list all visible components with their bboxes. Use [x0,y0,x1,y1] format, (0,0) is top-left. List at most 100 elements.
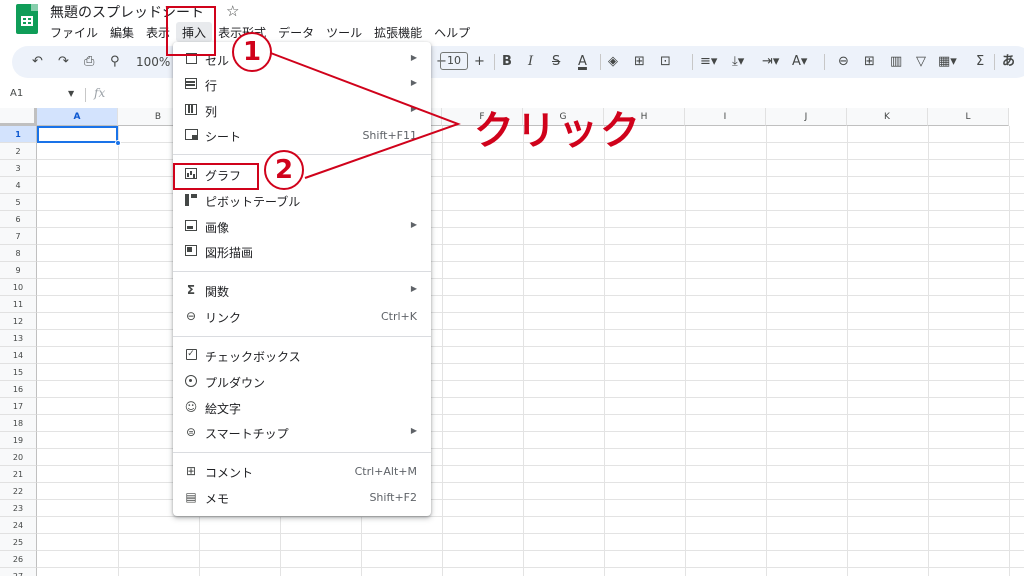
menu-item-label: 図形描画 [205,246,254,260]
menu-item-link[interactable]: ⊖ リンク Ctrl+K [173,304,431,328]
menu-item-drawing[interactable]: 図形描画 [173,239,431,263]
row-header[interactable]: 19 [0,432,37,449]
menu-item-dropdown[interactable]: プルダウン [173,369,431,393]
menu-item-label: リンク [205,311,242,325]
row-header[interactable]: 23 [0,500,37,517]
select-all-corner[interactable] [0,108,37,126]
column-header[interactable]: L [928,108,1009,126]
redo-icon[interactable]: ↷ [58,54,69,70]
menu-item-label: コメント [205,466,254,480]
row-header[interactable]: 18 [0,415,37,432]
insert-menu-highlight [166,6,216,56]
menu-item-image[interactable]: 画像 ▶ [173,214,431,238]
row-header[interactable]: 27 [0,568,37,576]
input-method-label[interactable]: あ [1002,54,1015,70]
menu-item-columns[interactable]: 列 ▶ [173,98,431,122]
row-header[interactable]: 17 [0,398,37,415]
menu-item-label: ピボットテーブル [205,195,301,209]
merge-icon[interactable]: ⊡ [660,54,671,70]
row-header[interactable]: 26 [0,551,37,568]
row-header[interactable]: 8 [0,245,37,262]
menu-item-checkbox[interactable]: ✓ チェックボックス [173,343,431,367]
menu-tools[interactable]: ツール [320,22,368,42]
fx-icon: fx [94,86,106,100]
rows-icon [184,77,198,91]
row-header[interactable]: 9 [0,262,37,279]
row-header[interactable]: 6 [0,211,37,228]
menu-data[interactable]: データ [272,22,320,42]
valign-icon[interactable]: ⤓▾ [732,54,744,70]
rotate-icon[interactable]: A▾ [792,54,807,70]
menu-item-label: シート [205,130,242,144]
menu-item-comment[interactable]: ⊞ コメント Ctrl+Alt+M [173,459,431,483]
wrap-icon[interactable]: ⇥▾ [762,54,779,70]
row-header[interactable]: 16 [0,381,37,398]
menu-item-pivot-table[interactable]: ピボットテーブル [173,188,431,212]
zoom-select[interactable]: 100% [136,54,170,70]
menu-item-function[interactable]: Σ 関数 ▶ [173,278,431,302]
menu-item-note[interactable]: ▤ メモ Shift+F2 [173,485,431,509]
row-header[interactable]: 3 [0,160,37,177]
undo-icon[interactable]: ↶ [32,54,43,70]
column-header[interactable]: J [766,108,847,126]
row-header[interactable]: 1 [0,126,37,143]
row-header[interactable]: 22 [0,483,37,500]
filter-icon[interactable]: ▽ [916,54,926,70]
name-box[interactable]: A1 [10,88,23,99]
text-color-icon[interactable]: A [578,54,587,70]
comment-icon[interactable]: ⊞ [864,54,875,70]
link-icon[interactable]: ⊖ [838,54,849,70]
menu-item-smart-chip[interactable]: ⊜ スマートチップ ▶ [173,420,431,444]
menu-item-sheet[interactable]: シート Shift+F11 [173,123,431,147]
sigma-icon: Σ [186,283,196,297]
menu-file[interactable]: ファイル [44,22,104,42]
row-header[interactable]: 10 [0,279,37,296]
column-header[interactable]: K [847,108,928,126]
print-icon[interactable]: ⎙ [84,54,94,70]
column-header[interactable]: I [685,108,766,126]
menu-extensions[interactable]: 拡張機能 [368,22,428,42]
row-header[interactable]: 2 [0,143,37,160]
menu-help[interactable]: ヘルプ [428,22,476,42]
menu-edit[interactable]: 編集 [104,22,140,42]
bold-icon[interactable]: B [502,54,512,70]
toolbar: ↶ ↷ ⎙ ⚲ 100% − 10 + B I S A ◈ ⊞ ⊡ ≡▾ ⤓▾ … [12,46,1024,78]
active-cell[interactable] [37,126,118,143]
row-header[interactable]: 20 [0,449,37,466]
borders-icon[interactable]: ⊞ [634,54,645,70]
toolbar-divider [994,54,995,70]
sheets-logo-icon[interactable] [16,4,38,34]
filter-views-icon[interactable]: ▦▾ [938,54,957,70]
star-icon[interactable]: ☆ [226,2,239,20]
submenu-arrow-icon: ▶ [410,53,417,62]
row-header[interactable]: 15 [0,364,37,381]
column-header[interactable]: A [37,108,118,126]
chevron-down-icon[interactable]: ▼ [68,89,74,98]
paint-format-icon[interactable]: ⚲ [110,54,120,70]
menu-item-label: 絵文字 [205,402,242,416]
gridline [37,550,1024,551]
strikethrough-icon[interactable]: S [552,54,560,70]
increase-font-icon[interactable]: + [474,54,485,70]
row-header[interactable]: 24 [0,517,37,534]
row-header[interactable]: 5 [0,194,37,211]
italic-icon[interactable]: I [528,54,533,70]
row-header[interactable]: 4 [0,177,37,194]
align-icon[interactable]: ≡▾ [700,54,717,70]
fill-color-icon[interactable]: ◈ [608,54,618,70]
menu-item-rows[interactable]: 行 ▶ [173,72,431,96]
row-header[interactable]: 14 [0,347,37,364]
row-header[interactable]: 25 [0,534,37,551]
row-header[interactable]: 7 [0,228,37,245]
font-size-input[interactable]: 10 [440,52,468,70]
menu-item-emoji[interactable]: ☺ 絵文字 [173,395,431,419]
row-header[interactable]: 12 [0,313,37,330]
functions-icon[interactable]: Σ [976,54,984,70]
row-header[interactable]: 11 [0,296,37,313]
row-header[interactable]: 21 [0,466,37,483]
fill-handle[interactable] [115,140,121,146]
chart-item-highlight [173,163,259,190]
chart-icon[interactable]: ▥ [890,54,902,70]
row-header[interactable]: 13 [0,330,37,347]
cell-grid[interactable]: ABCDEFGHIJKL1234567891011121314151617181… [0,108,1024,576]
